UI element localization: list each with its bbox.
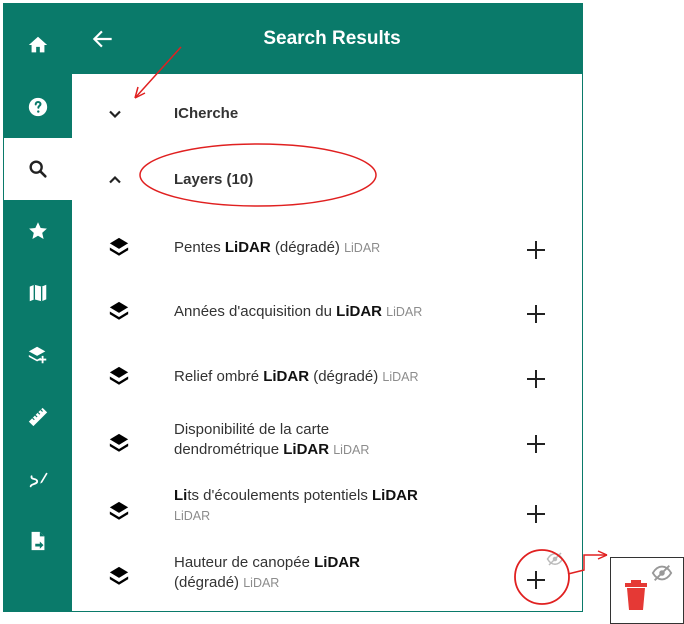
layer-title: Hauteur de canopée LiDAR (dégradé) LiDAR [174,554,360,591]
home-icon [28,36,48,53]
layer-row: Disponibilité de la carte dendrométrique … [72,408,582,476]
search-button[interactable] [4,138,72,200]
eye-off-icon [651,565,673,581]
eye-off-icon[interactable] [546,552,564,566]
layers-icon [109,366,129,385]
layers-icon [109,237,129,256]
layers-icon [109,566,129,585]
search-icon [29,160,47,178]
trash-icon[interactable] [623,578,649,612]
layer-title: Années d'acquisition du LiDAR LiDAR [174,303,423,320]
layer-row: Hauteur de canopée LiDAR (dégradé) LiDAR [72,544,582,610]
map-button[interactable] [4,262,72,324]
add-layer-plus-button[interactable] [524,238,548,262]
star-icon [29,222,47,239]
draw-icon [29,472,48,488]
add-layer-plus-button[interactable] [524,432,548,456]
help-button[interactable] [4,76,72,138]
layer-row: Lits d'écoulements potentiels LiDAR LiDAR [72,476,582,544]
group-layers[interactable]: Layers (10) [72,152,582,210]
layer-row: Années d'acquisition du LiDAR LiDAR [72,280,582,344]
layer-title: Lits d'écoulements potentiels LiDAR LiDAR [174,487,418,523]
search-results-panel: Search Results ICherche Layers (10) Pent… [3,3,583,612]
chevron-up-icon[interactable] [105,170,125,190]
zoom-inset [610,557,684,624]
help-icon [28,97,48,117]
layer-title: Pentes LiDAR (dégradé) LiDAR [174,239,381,256]
ruler-icon [28,407,48,427]
add-layer-plus-button[interactable] [524,568,548,592]
draw-button[interactable] [4,448,72,510]
panel-title: Search Results [263,28,401,49]
favorites-button[interactable] [4,200,72,262]
add-layer-plus-button[interactable] [524,367,548,391]
layers-icon [109,301,129,320]
layers-icon [109,433,129,452]
export-button[interactable] [4,510,72,572]
group-label: Layers (10) [174,171,254,188]
group-label: ICherche [174,105,239,122]
add-layer-plus-button[interactable] [524,502,548,526]
add-layer-icon [28,346,47,364]
layer-row: Pentes LiDAR (dégradé) LiDAR [72,216,582,280]
layers-icon [109,501,129,520]
panel-header: Search Results [72,4,582,74]
layer-title: Disponibilité de la carte dendrométrique … [174,421,370,458]
group-icherche[interactable]: ICherche [72,86,582,144]
add-layer-plus-button[interactable] [524,302,548,326]
side-rail [4,4,72,611]
layer-title: Relief ombré LiDAR (dégradé) LiDAR [174,368,419,385]
chevron-down-icon[interactable] [105,104,125,124]
home-button[interactable] [4,14,72,76]
measure-button[interactable] [4,386,72,448]
map-icon [29,284,47,302]
export-file-icon [31,531,45,551]
add-layer-button[interactable] [4,324,72,386]
layer-row: Relief ombré LiDAR (dégradé) LiDAR [72,344,582,408]
